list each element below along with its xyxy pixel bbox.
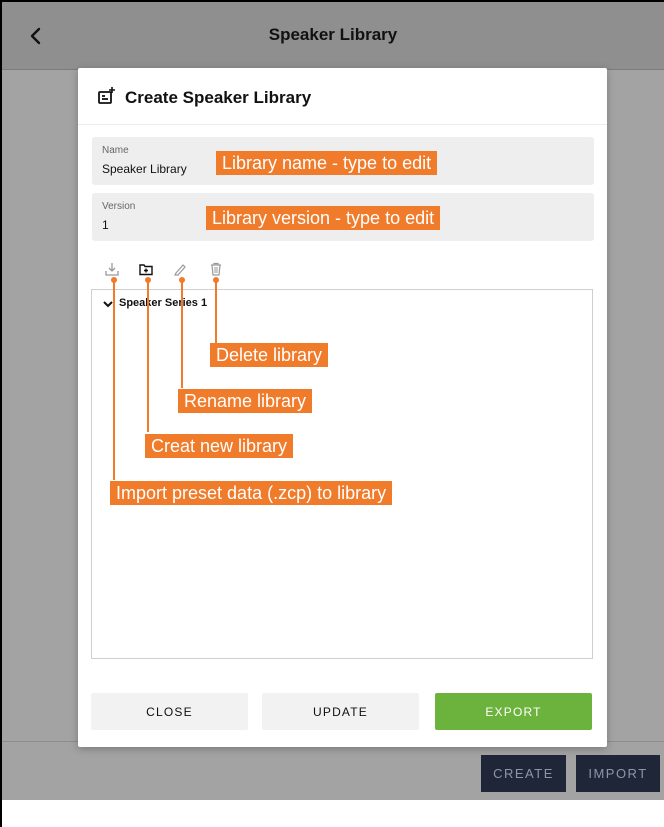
annotation-import: Import preset data (.zcp) to library bbox=[110, 481, 393, 505]
name-field-label: Name bbox=[102, 145, 129, 156]
top-bar: Speaker Library bbox=[2, 2, 664, 70]
import-button[interactable]: IMPORT bbox=[576, 755, 660, 792]
annotation-rename: Rename library bbox=[178, 389, 313, 413]
pencil-icon[interactable] bbox=[173, 262, 187, 276]
download-icon[interactable] bbox=[105, 262, 119, 276]
create-button[interactable]: CREATE bbox=[481, 755, 566, 792]
app-screen: Speaker Library CREATE IMPORT Create Spe… bbox=[0, 0, 664, 827]
annotation-name-hint: Library name - type to edit bbox=[216, 151, 438, 175]
page-title: Speaker Library bbox=[268, 25, 398, 44]
library-tree: Speaker Series 1 bbox=[91, 289, 593, 659]
annotation-line-rename bbox=[181, 280, 183, 388]
library-add-icon bbox=[98, 87, 115, 104]
close-button[interactable]: CLOSE bbox=[91, 693, 248, 730]
dialog-title: Create Speaker Library bbox=[125, 88, 312, 107]
frame-border-left bbox=[0, 0, 2, 827]
annotation-line-import bbox=[113, 280, 115, 480]
annotation-create-new: Creat new library bbox=[145, 434, 294, 458]
annotation-line-create bbox=[147, 280, 149, 432]
annotation-line-delete bbox=[215, 280, 217, 343]
trash-icon[interactable] bbox=[209, 262, 223, 276]
annotation-version-hint: Library version - type to edit bbox=[206, 206, 441, 230]
name-input[interactable] bbox=[102, 162, 212, 176]
version-field-label: Version bbox=[102, 201, 136, 212]
frame-border-top bbox=[0, 0, 664, 2]
annotation-delete: Delete library bbox=[210, 343, 329, 367]
folder-plus-icon[interactable] bbox=[139, 262, 153, 276]
version-input[interactable] bbox=[102, 218, 212, 232]
dialog-header: Create Speaker Library bbox=[78, 68, 607, 125]
tree-item-speaker-series[interactable]: Speaker Series 1 bbox=[119, 297, 207, 309]
bottom-area bbox=[2, 800, 664, 827]
export-button[interactable]: EXPORT bbox=[435, 693, 592, 730]
update-button[interactable]: UPDATE bbox=[262, 693, 419, 730]
